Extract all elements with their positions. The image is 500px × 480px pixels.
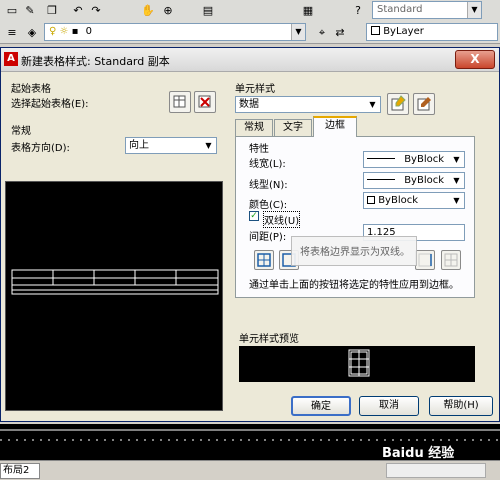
- folder-icon[interactable]: ▭: [4, 2, 20, 18]
- chevron-down-icon: ▼: [291, 24, 305, 40]
- cancel-button[interactable]: 取消: [359, 396, 419, 416]
- lightbulb-icon: ♀: [49, 26, 57, 37]
- manage-style-icon: [417, 97, 431, 111]
- toolbar-strip: ▭ ✎ ❐ ↶ ↷ ✋ ⊕ ▤ ▦ ? Standard ▼ ≡ ◈ ♀ ☼ ▪…: [0, 0, 500, 44]
- start-table-section: 起始表格: [11, 84, 51, 95]
- chevron-down-icon: ▼: [453, 196, 460, 205]
- delete-table-icon: [198, 95, 211, 108]
- chevron-down-icon: ▼: [467, 2, 481, 18]
- text-style-combo[interactable]: Standard ▼: [372, 1, 482, 19]
- dialog-title: 新建表格样式: Standard 副本: [21, 55, 170, 68]
- lineweight-select[interactable]: ByBlock ▼: [363, 151, 465, 168]
- table-preview-drawing: [11, 269, 219, 295]
- double-line-checkbox[interactable]: ✓: [249, 211, 259, 221]
- color-swatch: [367, 196, 375, 204]
- cell-style-preview-section: 单元样式预览: [239, 334, 299, 345]
- layer-previous-icon[interactable]: ⇄: [332, 24, 348, 40]
- status-strip: 布局2: [0, 460, 500, 480]
- manage-cell-style-button[interactable]: [413, 93, 435, 115]
- cell-preview-drawing: [348, 349, 370, 377]
- general-section: 常规: [11, 126, 31, 137]
- cell-style-preview: [239, 346, 475, 382]
- lineweight-value: ByBlock: [404, 154, 445, 165]
- chevron-down-icon: ▼: [453, 176, 460, 185]
- all-borders-button[interactable]: [254, 250, 274, 270]
- tab-borders[interactable]: 边框: [313, 116, 357, 137]
- color-swatch: [371, 26, 380, 35]
- cell-style-section: 单元样式: [235, 84, 275, 95]
- grid-icon[interactable]: ▦: [300, 2, 316, 18]
- remove-table-button[interactable]: [194, 91, 216, 113]
- select-start-table-label: 选择起始表格(E):: [11, 99, 89, 110]
- cell-style-select[interactable]: 数据 ▼: [235, 96, 381, 113]
- horizontal-scrollbar[interactable]: [386, 463, 486, 478]
- line-sample: [367, 179, 395, 180]
- sun-icon: ☼: [59, 26, 69, 37]
- double-line-tooltip: 将表格边界显示为双线。: [291, 236, 417, 266]
- select-table-icon: [173, 95, 186, 108]
- layer-manager-icon[interactable]: ≡: [4, 24, 20, 40]
- linetype-label: 线型(N):: [249, 180, 288, 191]
- spacing-label: 间距(P):: [249, 232, 287, 243]
- lineweight-label: 线宽(L):: [249, 159, 286, 170]
- border-hint-text: 通过单击上面的按钮将选定的特性应用到边框。: [249, 280, 459, 291]
- new-style-icon: [391, 95, 406, 111]
- copy-icon[interactable]: ❐: [44, 2, 60, 18]
- autocad-logo-icon: A: [4, 52, 18, 66]
- close-button[interactable]: X: [455, 50, 495, 69]
- tab-general[interactable]: 常规: [235, 119, 273, 136]
- linetype-select[interactable]: ByBlock ▼: [363, 172, 465, 189]
- table-preview: [5, 181, 223, 411]
- double-line-label: 双线(U): [263, 211, 301, 228]
- undo-icon[interactable]: ↶: [70, 2, 86, 18]
- make-current-icon[interactable]: ⌖: [314, 24, 330, 40]
- text-style-value: Standard: [377, 4, 423, 15]
- color-value: ByLayer: [383, 26, 424, 37]
- edit-icon[interactable]: ✎: [22, 2, 38, 18]
- properties-section: 特性: [249, 144, 269, 155]
- layer-state-icon[interactable]: ◈: [24, 24, 40, 40]
- dialog-titlebar: A 新建表格样式: Standard 副本 X: [1, 48, 499, 72]
- line-sample: [367, 158, 395, 159]
- redo-icon[interactable]: ↷: [88, 2, 104, 18]
- chevron-down-icon: ▼: [453, 155, 460, 164]
- select-table-button[interactable]: [169, 91, 191, 113]
- help-icon[interactable]: ?: [350, 2, 366, 18]
- zoom-icon[interactable]: ⊕: [160, 2, 176, 18]
- drawing-area: 布局2 Baidu 经验: [0, 424, 500, 480]
- chevron-down-icon: ▼: [205, 141, 212, 150]
- all-borders-icon: [257, 253, 271, 267]
- help-button[interactable]: 帮助(H): [429, 396, 493, 416]
- new-cell-style-button[interactable]: [387, 93, 409, 115]
- linetype-value: ByBlock: [404, 175, 445, 186]
- no-borders-icon: [444, 253, 458, 267]
- lock-icon: ▪: [71, 26, 79, 37]
- pan-icon[interactable]: ✋: [140, 2, 156, 18]
- right-border-icon: [418, 253, 432, 267]
- right-border-button[interactable]: [415, 250, 435, 270]
- table-direction-value: 向上: [129, 140, 149, 151]
- color-combo[interactable]: ByLayer: [366, 23, 498, 41]
- chevron-down-icon: ▼: [369, 100, 376, 109]
- table-direction-label: 表格方向(D):: [11, 143, 70, 154]
- layout-tab[interactable]: 布局2: [0, 463, 40, 479]
- no-borders-button[interactable]: [441, 250, 461, 270]
- watermark: Baidu 经验: [382, 446, 455, 461]
- table-direction-select[interactable]: 向上 ▼: [125, 137, 217, 154]
- cell-style-value: 数据: [239, 99, 259, 110]
- color-label: 颜色(C):: [249, 200, 288, 211]
- tab-text[interactable]: 文字: [274, 119, 312, 136]
- new-table-style-dialog: A 新建表格样式: Standard 副本 X 起始表格 选择起始表格(E): …: [0, 47, 500, 422]
- color-select[interactable]: ByBlock ▼: [363, 192, 465, 209]
- color-value: ByBlock: [378, 195, 419, 206]
- ok-button[interactable]: 确定: [291, 396, 351, 416]
- layer-value: 0: [85, 26, 93, 37]
- layer-combo[interactable]: ♀ ☼ ▪ 0 ▼: [44, 23, 306, 41]
- properties-icon[interactable]: ▤: [200, 2, 216, 18]
